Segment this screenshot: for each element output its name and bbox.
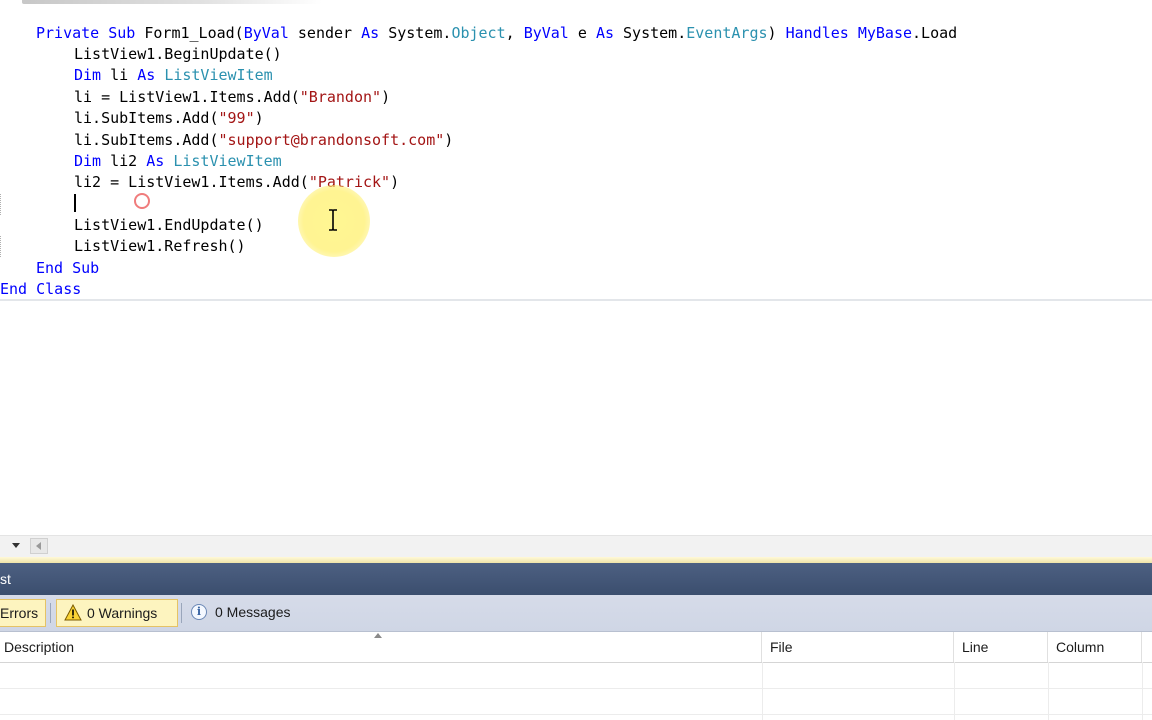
code-line[interactable]: Dim li2 As ListViewItem bbox=[74, 151, 282, 172]
panel-title: st bbox=[0, 571, 11, 587]
code-text: li bbox=[101, 66, 138, 84]
code-keyword: As bbox=[361, 24, 380, 42]
messages-filter-button[interactable]: i 0 Messages bbox=[186, 599, 306, 627]
code-text: ) bbox=[254, 109, 264, 127]
toolbar-separator bbox=[50, 603, 51, 623]
code-keyword: As bbox=[146, 152, 165, 170]
scroll-left-arrow-icon[interactable] bbox=[30, 538, 48, 554]
code-keyword: MyBase bbox=[857, 24, 913, 42]
code-line[interactable]: End Class bbox=[0, 279, 81, 300]
grid-divider bbox=[1048, 662, 1049, 720]
code-text: Form1_Load( bbox=[135, 24, 244, 42]
errors-filter-button[interactable]: Errors bbox=[0, 599, 46, 627]
code-text: , bbox=[505, 24, 524, 42]
editor-horizontal-scrollbar[interactable] bbox=[0, 535, 1152, 558]
chevron-down-icon[interactable] bbox=[12, 543, 20, 548]
code-text: ) bbox=[381, 88, 391, 106]
code-editor[interactable]: Private Sub Form1_Load(ByVal sender As S… bbox=[0, 0, 1152, 301]
code-line[interactable]: li.SubItems.Add("99") bbox=[74, 108, 264, 129]
code-text: e bbox=[568, 24, 596, 42]
sort-ascending-icon bbox=[374, 633, 382, 638]
text-caret bbox=[74, 194, 76, 212]
code-keyword: Dim bbox=[74, 152, 102, 170]
code-text: System. bbox=[379, 24, 452, 42]
code-text: sender bbox=[288, 24, 362, 42]
code-text: li.SubItems.Add( bbox=[74, 131, 219, 149]
code-text: li = ListView1.Items.Add( bbox=[74, 88, 300, 106]
code-text: ListView1.EndUpdate() bbox=[74, 216, 264, 234]
code-keyword: As bbox=[137, 66, 156, 84]
code-keyword: As bbox=[595, 24, 614, 42]
code-text: ) bbox=[444, 131, 454, 149]
error-table-header: Description File Line Column bbox=[0, 632, 1152, 663]
code-line[interactable]: Private Sub Form1_Load(ByVal sender As S… bbox=[36, 23, 957, 44]
errors-filter-label: Errors bbox=[0, 605, 39, 621]
code-text: li2 bbox=[101, 152, 147, 170]
messages-filter-label: 0 Messages bbox=[215, 604, 291, 620]
error-list-panel: st Errors 0 Warnings i 0 Messages Descri… bbox=[0, 563, 1152, 720]
column-header-label: File bbox=[770, 639, 793, 655]
outline-margin-marker bbox=[0, 236, 4, 257]
editor-bottom-border bbox=[0, 299, 1152, 301]
error-filter-toolbar: Errors 0 Warnings i 0 Messages bbox=[0, 595, 1152, 632]
code-type-name: Object bbox=[451, 24, 506, 42]
code-keyword: ByVal bbox=[523, 24, 569, 42]
code-string: "Brandon" bbox=[299, 88, 382, 106]
code-line[interactable]: ListView1.EndUpdate() bbox=[74, 215, 264, 236]
warning-triangle-icon bbox=[64, 604, 82, 621]
panel-title-bar[interactable]: st bbox=[0, 563, 1152, 595]
code-keyword: Dim bbox=[74, 66, 102, 84]
code-line[interactable]: Dim li As ListViewItem bbox=[74, 65, 273, 86]
code-line[interactable]: ListView1.Refresh() bbox=[74, 236, 246, 257]
click-indicator-ring bbox=[134, 193, 150, 209]
code-line[interactable]: li.SubItems.Add("support@brandonsoft.com… bbox=[74, 130, 453, 151]
column-header-line[interactable]: Line bbox=[954, 632, 1048, 662]
column-header-label: Column bbox=[1056, 639, 1105, 655]
code-text: ) bbox=[390, 173, 400, 191]
code-keyword: End Class bbox=[0, 280, 82, 298]
code-string: "99" bbox=[218, 109, 255, 127]
code-text: .Load bbox=[912, 24, 958, 42]
ibeam-cursor-icon bbox=[329, 209, 337, 231]
code-text: li.SubItems.Add( bbox=[74, 109, 219, 127]
code-line[interactable]: ListView1.BeginUpdate() bbox=[74, 44, 282, 65]
table-row bbox=[0, 689, 1152, 715]
warnings-filter-label: 0 Warnings bbox=[87, 605, 158, 621]
editor-top-cutoff bbox=[22, 0, 322, 4]
code-text: ) bbox=[767, 24, 786, 42]
table-row bbox=[0, 663, 1152, 689]
grid-divider bbox=[762, 662, 763, 720]
column-header-label: Description bbox=[4, 639, 75, 655]
warnings-filter-button[interactable]: 0 Warnings bbox=[56, 599, 178, 627]
code-text: ListView1.BeginUpdate() bbox=[74, 45, 282, 63]
code-type-name: EventArgs bbox=[686, 24, 768, 42]
code-keyword: Private Sub bbox=[36, 24, 136, 42]
toolbar-separator bbox=[181, 603, 182, 623]
info-circle-icon: i bbox=[191, 604, 207, 620]
code-string: "support@brandonsoft.com" bbox=[218, 131, 445, 149]
grid-divider bbox=[954, 662, 955, 720]
code-keyword: Handles bbox=[785, 24, 849, 42]
column-header-label: Line bbox=[962, 639, 989, 655]
column-header-file[interactable]: File bbox=[762, 632, 954, 662]
column-header-column[interactable]: Column bbox=[1048, 632, 1142, 662]
outline-margin-marker bbox=[0, 194, 4, 215]
code-text: ListView1.Refresh() bbox=[74, 237, 246, 255]
code-keyword: ByVal bbox=[243, 24, 289, 42]
code-line[interactable]: End Sub bbox=[36, 258, 99, 279]
code-type-name: ListViewItem bbox=[173, 152, 282, 170]
grid-divider bbox=[1142, 662, 1143, 720]
code-type-name: ListViewItem bbox=[164, 66, 273, 84]
code-text: System. bbox=[614, 24, 687, 42]
code-keyword: End Sub bbox=[36, 259, 100, 277]
code-line[interactable]: li = ListView1.Items.Add("Brandon") bbox=[74, 87, 390, 108]
code-text: li2 = ListView1.Items.Add( bbox=[74, 173, 309, 191]
